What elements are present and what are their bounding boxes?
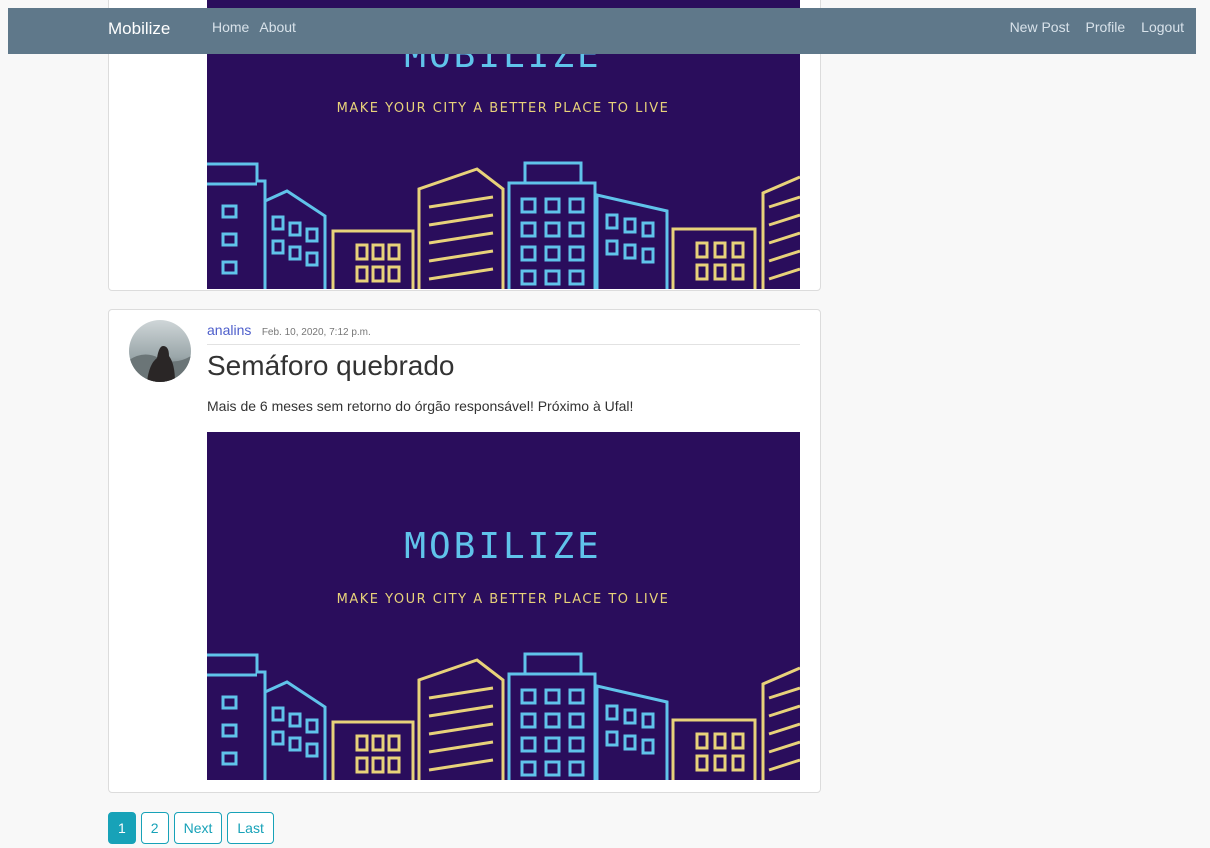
nav-right: New Post Profile Logout: [1010, 19, 1184, 35]
last-page-button[interactable]: Last: [227, 812, 274, 844]
post-date: Feb. 10, 2020, 7:12 p.m.: [261, 327, 371, 338]
post-card: analins Feb. 10, 2020, 7:12 p.m. Semáfor…: [108, 309, 821, 793]
navbar: Mobilize Home About New Post Profile Log…: [8, 8, 1196, 54]
banner-graphic: MOBILIZE MAKE YOUR CITY A BETTER PLACE T…: [207, 432, 800, 780]
nav-home-link[interactable]: Home: [212, 19, 249, 35]
banner-tagline: MAKE YOUR CITY A BETTER PLACE TO LIVE: [337, 101, 670, 116]
banner-title: MOBILIZE: [404, 526, 601, 567]
post-image: MOBILIZE MAKE YOUR CITY A BETTER PLACE T…: [207, 432, 800, 780]
nav-about-link[interactable]: About: [259, 19, 296, 35]
banner-tagline: MAKE YOUR CITY A BETTER PLACE TO LIVE: [337, 592, 670, 607]
avatar[interactable]: [129, 320, 191, 382]
page-2-button[interactable]: 2: [140, 812, 169, 844]
post-author-link[interactable]: analins: [207, 322, 251, 338]
nav-left: Home About: [212, 19, 296, 35]
post-meta: analins Feb. 10, 2020, 7:12 p.m.: [207, 322, 800, 345]
next-page-button[interactable]: Next: [173, 812, 223, 844]
brand-logo[interactable]: Mobilize: [108, 19, 170, 39]
post-title[interactable]: Semáforo quebrado: [207, 350, 455, 382]
post-content: Mais de 6 meses sem retorno do órgão res…: [207, 398, 634, 414]
pagination: 1 2 Next Last: [108, 812, 274, 844]
page-1-button[interactable]: 1: [108, 812, 136, 844]
avatar-image: [129, 320, 191, 382]
nav-profile-link[interactable]: Profile: [1085, 19, 1125, 35]
nav-logout-link[interactable]: Logout: [1141, 19, 1184, 35]
nav-new-post-link[interactable]: New Post: [1010, 19, 1070, 35]
